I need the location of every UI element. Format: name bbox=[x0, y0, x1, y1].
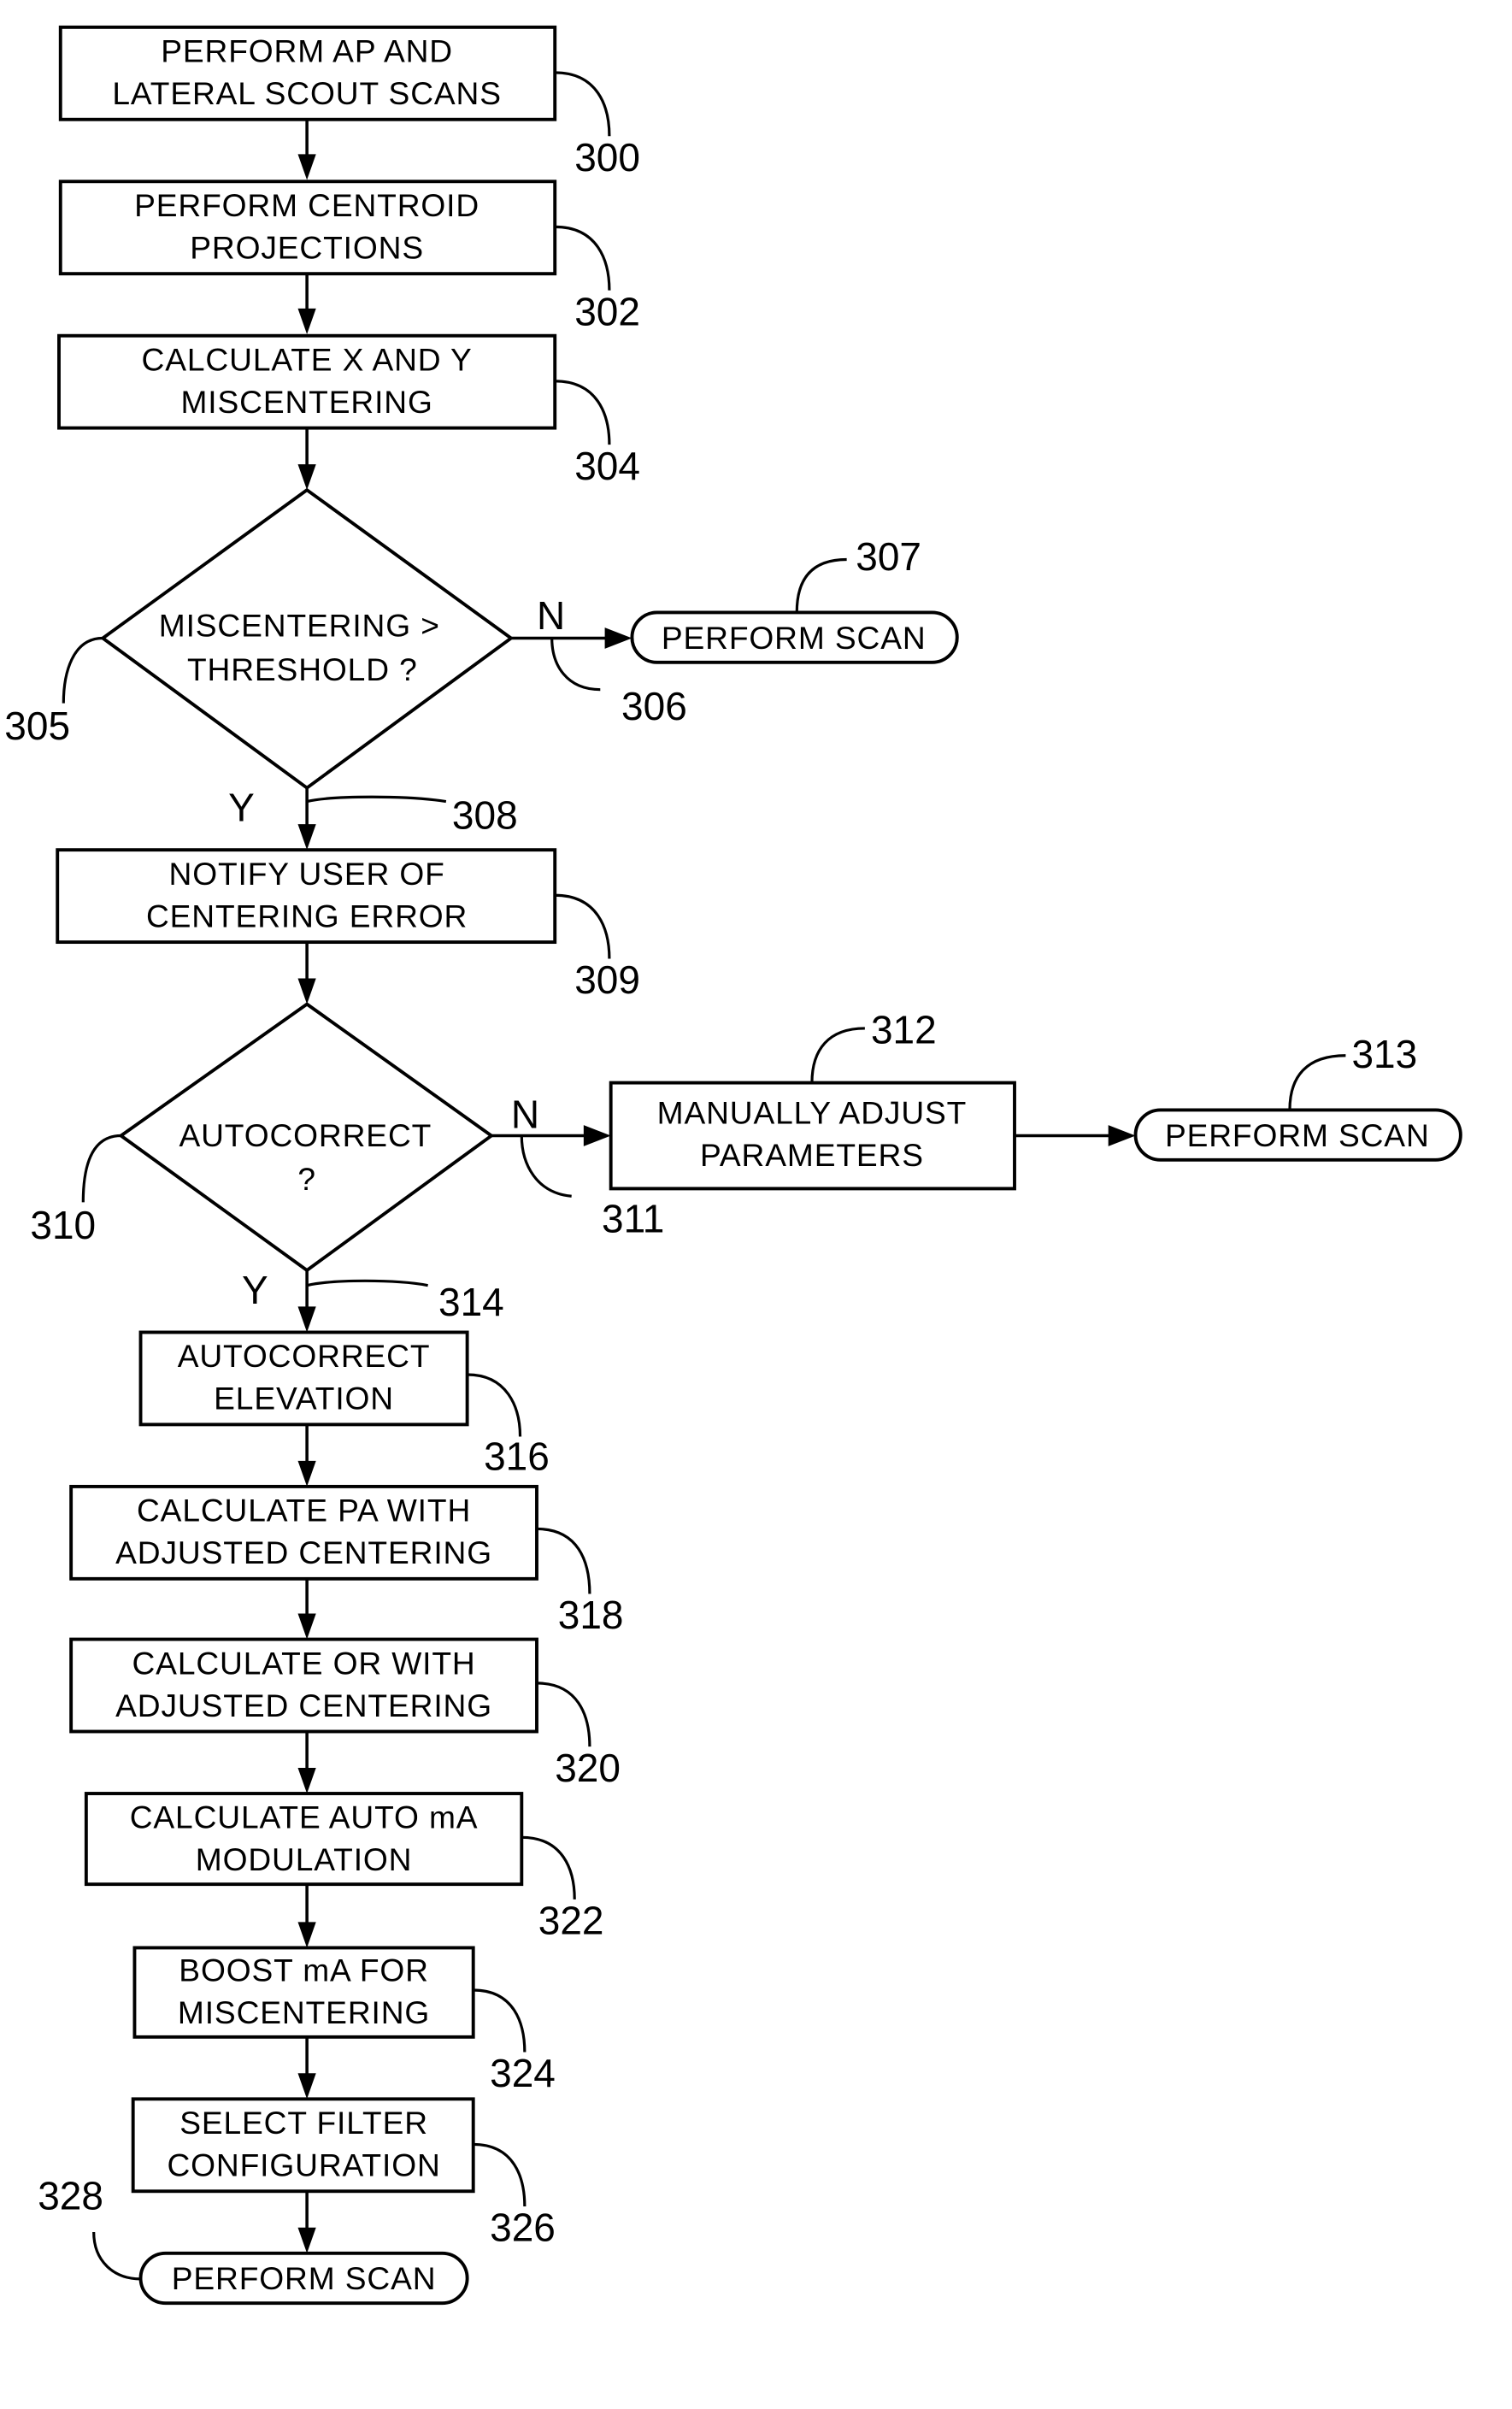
decision-305-line-1: MISCENTERING > bbox=[159, 608, 440, 644]
arrow-head bbox=[297, 1922, 316, 1948]
arrow-head bbox=[297, 1460, 316, 1487]
ref-316: 316 bbox=[484, 1434, 550, 1478]
decision-310-diamond: AUTOCORRECT ? bbox=[118, 1002, 495, 1273]
arrow-head bbox=[297, 824, 316, 851]
flowchart: PERFORM AP AND LATERAL SCOUT SCANS PERFO… bbox=[4, 25, 1462, 2306]
arrow-head bbox=[297, 1767, 316, 1794]
branch-label-no-310: N bbox=[511, 1093, 539, 1137]
step-304-line-2: MISCENTERING bbox=[180, 384, 432, 420]
ref-322: 322 bbox=[538, 1899, 604, 1943]
terminal-307-perform-scan: PERFORM SCAN bbox=[630, 610, 959, 664]
ref-300: 300 bbox=[574, 135, 640, 180]
step-320-box: CALCULATE OR WITH ADJUSTED CENTERING bbox=[69, 1637, 538, 1734]
terminal-328-label: PERFORM SCAN bbox=[172, 2260, 437, 2296]
branch-label-yes-305: Y bbox=[228, 786, 255, 830]
branch-label-yes-310: Y bbox=[242, 1268, 268, 1312]
ref-305: 305 bbox=[4, 704, 70, 748]
decision-310-line-1: AUTOCORRECT bbox=[179, 1117, 432, 1153]
arrow-head bbox=[297, 308, 316, 334]
decision-305-diamond: MISCENTERING > THRESHOLD ? bbox=[99, 487, 515, 791]
step-309-box: NOTIFY USER OF CENTERING ERROR bbox=[56, 848, 557, 945]
ref-311: 311 bbox=[602, 1197, 664, 1241]
step-324-box: BOOST mA FOR MISCENTERING bbox=[132, 1946, 475, 2039]
step-304-line-1: CALCULATE X AND Y bbox=[142, 341, 473, 377]
step-302-line-2: PROJECTIONS bbox=[190, 229, 424, 265]
step-309-line-2: CENTERING ERROR bbox=[146, 898, 468, 934]
ref-326: 326 bbox=[490, 2206, 556, 2250]
step-322-line-2: MODULATION bbox=[196, 1841, 413, 1877]
step-320-line-2: ADJUSTED CENTERING bbox=[115, 1687, 492, 1723]
step-320-line-1: CALCULATE OR WITH bbox=[132, 1645, 476, 1681]
ref-309: 309 bbox=[574, 957, 640, 1002]
ref-304: 304 bbox=[574, 444, 640, 488]
step-300-box: PERFORM AP AND LATERAL SCOUT SCANS bbox=[58, 25, 557, 121]
arrow-head bbox=[1108, 1125, 1136, 1146]
ref-307: 307 bbox=[856, 534, 921, 579]
arrow-head bbox=[297, 978, 316, 1004]
ref-306: 306 bbox=[621, 684, 687, 728]
ref-324: 324 bbox=[490, 2051, 556, 2095]
branch-label-no-305: N bbox=[537, 593, 565, 638]
step-300-line-1: PERFORM AP AND bbox=[161, 33, 453, 69]
step-322-box: CALCULATE AUTO mA MODULATION bbox=[84, 1792, 524, 1887]
step-312-line-2: PARAMETERS bbox=[700, 1137, 924, 1173]
terminal-328-perform-scan: PERFORM SCAN bbox=[138, 2251, 469, 2306]
ref-320: 320 bbox=[555, 1746, 621, 1790]
step-312-line-1: MANUALLY ADJUST bbox=[657, 1094, 968, 1130]
ref-328: 328 bbox=[38, 2173, 103, 2218]
step-318-line-2: ADJUSTED CENTERING bbox=[115, 1534, 492, 1570]
arrow-head bbox=[297, 154, 316, 180]
ref-302: 302 bbox=[574, 289, 640, 333]
arrow-head bbox=[583, 1125, 611, 1146]
step-300-line-2: LATERAL SCOUT SCANS bbox=[112, 75, 502, 111]
step-322-line-1: CALCULATE AUTO mA bbox=[130, 1799, 479, 1835]
arrow-head bbox=[297, 2073, 316, 2100]
step-304-box: CALCULATE X AND Y MISCENTERING bbox=[57, 333, 557, 430]
arrow-head bbox=[297, 2227, 316, 2253]
step-318-box: CALCULATE PA WITH ADJUSTED CENTERING bbox=[69, 1484, 538, 1581]
step-326-line-1: SELECT FILTER bbox=[179, 2105, 428, 2141]
step-324-line-2: MISCENTERING bbox=[178, 1994, 430, 2030]
decision-305-line-2: THRESHOLD ? bbox=[187, 651, 418, 687]
step-309-line-1: NOTIFY USER OF bbox=[169, 856, 445, 892]
ref-313: 313 bbox=[1351, 1032, 1417, 1076]
arrow-head bbox=[297, 1613, 316, 1640]
step-318-line-1: CALCULATE PA WITH bbox=[137, 1493, 471, 1528]
terminal-307-label: PERFORM SCAN bbox=[662, 620, 927, 656]
step-316-line-1: AUTOCORRECT bbox=[178, 1338, 431, 1374]
arrow-head bbox=[297, 1306, 316, 1333]
ref-314: 314 bbox=[438, 1280, 504, 1324]
terminal-313-perform-scan: PERFORM SCAN bbox=[1133, 1108, 1462, 1162]
decision-310-line-2: ? bbox=[297, 1161, 316, 1197]
step-324-line-1: BOOST mA FOR bbox=[179, 1952, 429, 1988]
arrow-head bbox=[604, 627, 632, 649]
step-302-box: PERFORM CENTROID PROJECTIONS bbox=[58, 180, 557, 276]
terminal-313-label: PERFORM SCAN bbox=[1165, 1117, 1430, 1153]
step-302-line-1: PERFORM CENTROID bbox=[134, 187, 479, 223]
step-326-box: SELECT FILTER CONFIGURATION bbox=[131, 2097, 475, 2194]
ref-318: 318 bbox=[558, 1593, 624, 1637]
step-316-box: AUTOCORRECT ELEVATION bbox=[138, 1330, 469, 1427]
ref-310: 310 bbox=[30, 1203, 96, 1247]
ref-312: 312 bbox=[871, 1008, 937, 1052]
ref-308: 308 bbox=[452, 792, 518, 837]
arrow-head bbox=[297, 464, 316, 491]
step-312-box: MANUALLY ADJUST PARAMETERS bbox=[609, 1081, 1016, 1191]
step-316-line-2: ELEVATION bbox=[214, 1381, 394, 1417]
step-326-line-2: CONFIGURATION bbox=[167, 2147, 440, 2183]
